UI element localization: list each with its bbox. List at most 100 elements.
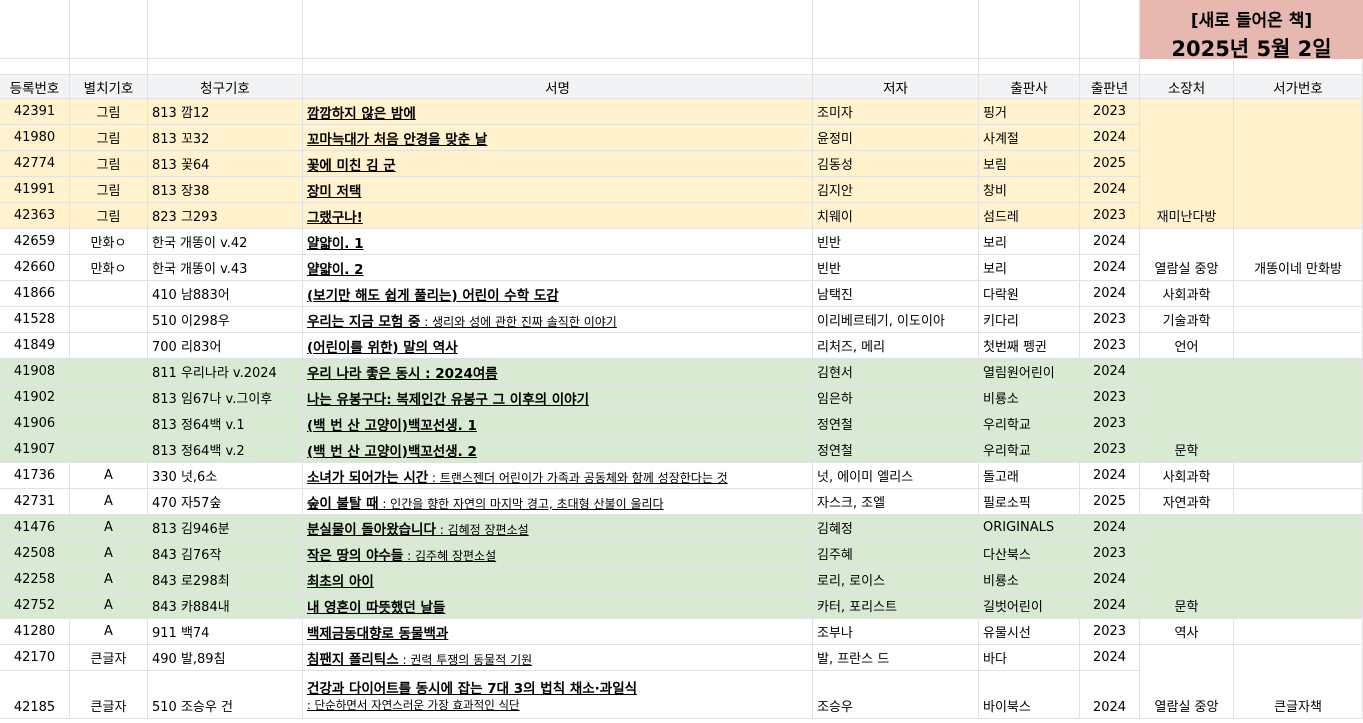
cell-reg-no[interactable]: 42659 <box>0 229 70 255</box>
column-header-reg-no[interactable]: 등록번호 <box>0 75 70 99</box>
cell-call-no[interactable]: 843 김76작 <box>148 541 303 567</box>
cell-location[interactable]: 열람실 중앙 <box>1140 645 1234 719</box>
cell-reg-no[interactable]: 42752 <box>0 593 70 619</box>
cell-publisher[interactable]: 우리학교 <box>979 437 1080 463</box>
cell-location[interactable]: 재미난다방 <box>1140 99 1234 229</box>
cell-reg-no[interactable]: 41906 <box>0 411 70 437</box>
cell-pub-year[interactable]: 2023 <box>1080 307 1140 333</box>
cell-call-no[interactable]: 823 그293 <box>148 203 303 229</box>
cell-reg-no[interactable]: 41908 <box>0 359 70 385</box>
cell-call-no[interactable]: 510 이298우 <box>148 307 303 333</box>
column-header-shelf-mark[interactable]: 별치기호 <box>70 75 148 99</box>
cell-publisher[interactable]: 필로소픽 <box>979 489 1080 515</box>
cell-publisher[interactable]: 다산북스 <box>979 541 1080 567</box>
cell-pub-year[interactable]: 2025 <box>1080 151 1140 177</box>
cell-shelf-mark[interactable]: 큰글자 <box>70 645 148 671</box>
cell-author[interactable]: 임은하 <box>813 385 979 411</box>
cell-book-title[interactable]: (어린이를 위한) 말의 역사 <box>303 333 813 359</box>
cell-publisher[interactable]: ORIGINALS <box>979 515 1080 541</box>
cell-publisher[interactable]: 사계절 <box>979 125 1080 151</box>
cell-reg-no[interactable]: 41736 <box>0 463 70 489</box>
empty-cell[interactable] <box>813 59 979 75</box>
cell-call-no[interactable]: 813 장38 <box>148 177 303 203</box>
cell-author[interactable]: 조부나 <box>813 619 979 645</box>
cell-author[interactable]: 자스크, 조엘 <box>813 489 979 515</box>
empty-cell[interactable] <box>70 0 148 59</box>
cell-call-no[interactable]: 한국 개똥이 v.43 <box>148 255 303 281</box>
cell-book-title[interactable]: 얄얇이. 2 <box>303 255 813 281</box>
cell-call-no[interactable]: 813 꽃64 <box>148 151 303 177</box>
cell-reg-no[interactable]: 41280 <box>0 619 70 645</box>
empty-cell[interactable] <box>979 59 1080 75</box>
cell-author[interactable]: 리처즈, 메리 <box>813 333 979 359</box>
cell-reg-no[interactable]: 41907 <box>0 437 70 463</box>
cell-reg-no[interactable]: 41528 <box>0 307 70 333</box>
cell-author[interactable]: 남택진 <box>813 281 979 307</box>
empty-cell[interactable] <box>303 0 813 59</box>
cell-reg-no[interactable]: 42170 <box>0 645 70 671</box>
cell-reg-no[interactable]: 42363 <box>0 203 70 229</box>
empty-cell[interactable] <box>0 0 70 59</box>
cell-pub-year[interactable]: 2024 <box>1080 281 1140 307</box>
cell-call-no[interactable]: 700 리83어 <box>148 333 303 359</box>
cell-shelf-mark[interactable]: 그림 <box>70 125 148 151</box>
cell-pub-year[interactable]: 2023 <box>1080 437 1140 463</box>
spreadsheet[interactable]: [새로 들어온 책] 2025년 5월 2일 등록번호 별치기호 청구기호 서명 저자 출… <box>0 0 1363 723</box>
cell-shelf-mark[interactable] <box>70 333 148 359</box>
cell-reg-no[interactable]: 42391 <box>0 99 70 125</box>
cell-author[interactable]: 발, 프란스 드 <box>813 645 979 671</box>
cell-shelf-mark[interactable] <box>70 307 148 333</box>
cell-shelf-mark[interactable]: 그림 <box>70 203 148 229</box>
cell-author[interactable]: 치웨이 <box>813 203 979 229</box>
cell-call-no[interactable]: 330 넛,6소 <box>148 463 303 489</box>
empty-cell[interactable] <box>979 0 1080 59</box>
cell-book-title[interactable]: 건강과 다이어트를 동시에 잡는 7대 3의 법칙 채소·과일식: 단순하면서 … <box>303 671 813 719</box>
cell-publisher[interactable]: 창비 <box>979 177 1080 203</box>
cell-author[interactable]: 빈반 <box>813 229 979 255</box>
cell-pub-year[interactable]: 2024 <box>1080 255 1140 281</box>
cell-reg-no[interactable]: 42731 <box>0 489 70 515</box>
cell-call-no[interactable]: 한국 개똥이 v.42 <box>148 229 303 255</box>
cell-reg-no[interactable]: 42185 <box>0 671 70 719</box>
cell-call-no[interactable]: 490 발,89침 <box>148 645 303 671</box>
column-header-location[interactable]: 소장처 <box>1140 75 1234 99</box>
column-header-call-no[interactable]: 청구기호 <box>148 75 303 99</box>
column-header-publisher[interactable]: 출판사 <box>979 75 1080 99</box>
cell-call-no[interactable]: 813 깜12 <box>148 99 303 125</box>
cell-reg-no[interactable]: 41849 <box>0 333 70 359</box>
cell-call-no[interactable]: 410 남883어 <box>148 281 303 307</box>
cell-pub-year[interactable]: 2023 <box>1080 541 1140 567</box>
cell-pub-year[interactable]: 2023 <box>1080 333 1140 359</box>
cell-book-title[interactable]: 우리 나라 좋은 동시 : 2024여름 <box>303 359 813 385</box>
column-header-shelf-no[interactable]: 서가번호 <box>1234 75 1363 99</box>
cell-book-title[interactable]: 최초의 아이 <box>303 567 813 593</box>
cell-shelf-no[interactable] <box>1234 489 1363 515</box>
cell-pub-year[interactable]: 2024 <box>1080 671 1140 719</box>
cell-shelf-no[interactable] <box>1234 515 1363 619</box>
cell-author[interactable]: 넛, 에이미 엘리스 <box>813 463 979 489</box>
cell-pub-year[interactable]: 2025 <box>1080 489 1140 515</box>
cell-book-title[interactable]: 그랬구나! <box>303 203 813 229</box>
cell-pub-year[interactable]: 2024 <box>1080 125 1140 151</box>
cell-shelf-no[interactable] <box>1234 619 1363 645</box>
cell-pub-year[interactable]: 2024 <box>1080 593 1140 619</box>
cell-author[interactable]: 김동성 <box>813 151 979 177</box>
cell-shelf-mark[interactable]: A <box>70 489 148 515</box>
cell-shelf-no[interactable] <box>1234 307 1363 333</box>
cell-shelf-mark[interactable] <box>70 359 148 385</box>
cell-book-title[interactable]: 우리는 지금 모험 중 : 생리와 성에 관한 진짜 솔직한 이야기 <box>303 307 813 333</box>
cell-reg-no[interactable]: 41476 <box>0 515 70 541</box>
cell-reg-no[interactable]: 42774 <box>0 151 70 177</box>
cell-author[interactable]: 김지안 <box>813 177 979 203</box>
cell-shelf-mark[interactable]: A <box>70 593 148 619</box>
cell-location[interactable]: 사회과학 <box>1140 463 1234 489</box>
cell-pub-year[interactable]: 2023 <box>1080 99 1140 125</box>
empty-cell[interactable] <box>1234 59 1363 75</box>
cell-call-no[interactable]: 813 정64백 v.1 <box>148 411 303 437</box>
cell-pub-year[interactable]: 2024 <box>1080 515 1140 541</box>
cell-location[interactable]: 언어 <box>1140 333 1234 359</box>
cell-pub-year[interactable]: 2024 <box>1080 463 1140 489</box>
cell-publisher[interactable]: 보리 <box>979 229 1080 255</box>
cell-publisher[interactable]: 열림원어린이 <box>979 359 1080 385</box>
cell-reg-no[interactable]: 41980 <box>0 125 70 151</box>
